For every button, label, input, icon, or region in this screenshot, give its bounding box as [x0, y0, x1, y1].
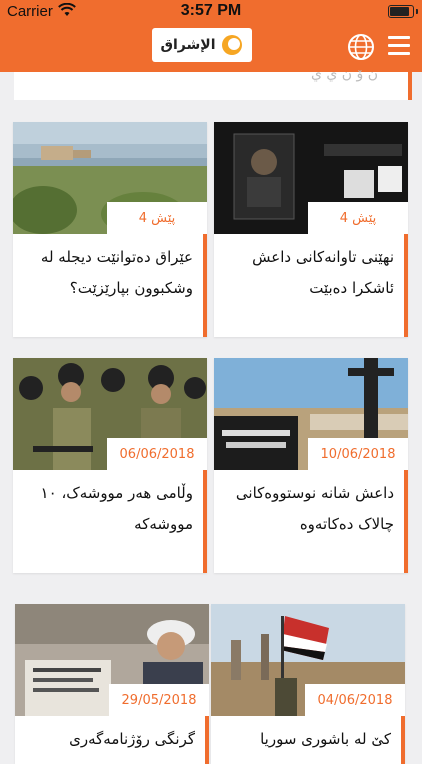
article-title: گرنگی رۆژنامەگەری	[69, 730, 195, 748]
article-date-badge: 10/06/2018	[308, 438, 408, 470]
app-logo[interactable]: الإشراق	[152, 28, 252, 62]
clock: 3:57 PM	[180, 2, 242, 19]
logo-mark-icon	[221, 35, 242, 55]
card-accent-bar	[404, 234, 408, 337]
card-accent-bar	[404, 470, 408, 573]
article-date-badge: 04/06/2018	[305, 684, 405, 716]
hamburger-menu-icon[interactable]	[388, 36, 410, 56]
article-title: نهێنی تاوانەکانی داعش ئاشکرا دەبێت	[252, 248, 394, 297]
article-title: وڵامی هەر مووشەک، ١٠ مووشەکە	[40, 484, 193, 533]
article-date-badge: پێش 4	[107, 202, 207, 234]
card-accent-bar	[203, 470, 207, 573]
article-title: داعش شانە نوستووەکانی چالاک دەکاتەوە	[235, 484, 394, 533]
status-bar: Carrier 3:57 PM	[0, 0, 422, 22]
article-card[interactable]: پێش 4 نهێنی تاوانەکانی داعش ئاشکرا دەبێت	[214, 122, 408, 337]
article-card[interactable]: 06/06/2018 وڵامی هەر مووشەک، ١٠ مووشەکە	[13, 358, 207, 573]
battery-icon	[388, 5, 418, 18]
article-card[interactable]: 29/05/2018 گرنگی رۆژنامەگەری	[15, 604, 209, 764]
card-accent-bar	[205, 716, 209, 764]
article-date-badge: پێش 4	[308, 202, 408, 234]
nav-bar: الإشراق	[0, 22, 422, 72]
article-card[interactable]: پێش 4 عێراق دەتوانێت دیجلە لە وشکبوون بپ…	[13, 122, 207, 337]
article-card[interactable]: 04/06/2018 کێ لە باشوری سوریا	[211, 604, 405, 764]
partial-article-card[interactable]: ن ۆ ن ي ي	[14, 66, 412, 100]
logo-text: الإشراق	[160, 37, 216, 53]
globe-icon[interactable]	[347, 33, 375, 61]
article-date-badge: 29/05/2018	[109, 684, 209, 716]
card-accent-bar	[401, 716, 405, 764]
article-title: عێراق دەتوانێت دیجلە لە وشکبوون بپارێزێت…	[40, 248, 193, 297]
partial-article-text: ن ۆ ن ي ي	[310, 66, 378, 82]
article-title: کێ لە باشوری سوریا	[260, 730, 391, 748]
card-accent-bar	[203, 234, 207, 337]
article-card[interactable]: 10/06/2018 داعش شانە نوستووەکانی چالاک د…	[214, 358, 408, 573]
article-date-badge: 06/06/2018	[107, 438, 207, 470]
